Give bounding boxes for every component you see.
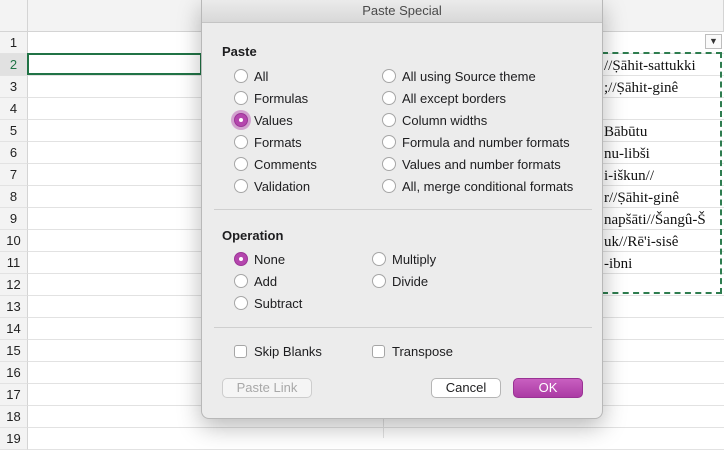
- radio-button[interactable]: [372, 274, 386, 288]
- row-gridline: [28, 427, 724, 428]
- operation-option-label: Add: [254, 273, 278, 289]
- cancel-button[interactable]: Cancel: [431, 378, 501, 398]
- paste-option-label: All except borders: [402, 90, 507, 106]
- operation-divide-radio[interactable]: Divide: [372, 272, 428, 290]
- radio-button[interactable]: [382, 179, 396, 193]
- operation-subtract-radio[interactable]: Subtract: [234, 294, 302, 312]
- operation-option-label: Multiply: [392, 251, 437, 267]
- cell-value[interactable]: r//Ṣāhit-ginê: [604, 187, 679, 209]
- row-header[interactable]: 7: [0, 164, 28, 186]
- radio-button[interactable]: [372, 252, 386, 266]
- operation-option-label: None: [254, 251, 286, 267]
- cell-value[interactable]: uk//Rē'i-sisê: [604, 231, 678, 253]
- transpose-label: Transpose: [392, 343, 453, 359]
- paste-all-except-borders-radio[interactable]: All except borders: [382, 89, 506, 107]
- paste-option-label: Column widths: [402, 112, 488, 128]
- transpose-checkbox[interactable]: Transpose: [372, 342, 453, 360]
- radio-button[interactable]: [234, 179, 248, 193]
- paste-option-label: All, merge conditional formats: [402, 178, 574, 194]
- paste-option-label: All: [254, 68, 269, 84]
- paste-option-label: Formula and number formats: [402, 134, 570, 150]
- checkbox-box[interactable]: [372, 344, 385, 358]
- radio-button[interactable]: [234, 252, 248, 266]
- radio-button[interactable]: [234, 296, 248, 310]
- radio-button[interactable]: [382, 113, 396, 127]
- operation-option-label: Divide: [392, 273, 429, 289]
- operation-heading: Operation: [222, 228, 284, 243]
- radio-button[interactable]: [234, 157, 248, 171]
- operation-add-radio[interactable]: Add: [234, 272, 277, 290]
- paste-option-label: Comments: [254, 156, 317, 172]
- paste-validation-radio[interactable]: Validation: [234, 177, 310, 195]
- radio-button[interactable]: [382, 157, 396, 171]
- radio-button[interactable]: [234, 135, 248, 149]
- row-header[interactable]: 1: [0, 32, 28, 54]
- radio-button[interactable]: [234, 113, 248, 127]
- cell-value[interactable]: //Ṣāhit-sattukki: [604, 55, 696, 77]
- row-header[interactable]: 2: [0, 54, 28, 76]
- row-header[interactable]: 15: [0, 340, 28, 362]
- row-header[interactable]: 12: [0, 274, 28, 296]
- cell-value[interactable]: i-iškun//: [604, 165, 654, 187]
- paste-option-label: Formats: [254, 134, 302, 150]
- paste-all-using-source-theme-radio[interactable]: All using Source theme: [382, 67, 536, 85]
- paste-special-dialog: Paste Special Paste All Formulas Values For…: [201, 0, 603, 419]
- radio-button[interactable]: [382, 69, 396, 83]
- paste-all-radio[interactable]: All: [234, 67, 268, 85]
- active-cell-a2[interactable]: [27, 53, 202, 75]
- operation-multiply-radio[interactable]: Multiply: [372, 250, 436, 268]
- cell-value[interactable]: ;//Ṣāhit-ginê: [604, 77, 678, 99]
- paste-heading: Paste: [222, 44, 257, 59]
- separator: [214, 327, 592, 328]
- row-header[interactable]: 6: [0, 142, 28, 164]
- operation-none-radio[interactable]: None: [234, 250, 285, 268]
- radio-button[interactable]: [382, 91, 396, 105]
- cell-value[interactable]: -ibni: [604, 253, 632, 275]
- row-header[interactable]: 11: [0, 252, 28, 274]
- cell-value[interactable]: nu-libši: [604, 143, 650, 165]
- cell-value[interactable]: Bābūtu: [604, 121, 647, 143]
- select-all-corner[interactable]: [0, 0, 28, 32]
- paste-formula-and-number-formats-radio[interactable]: Formula and number formats: [382, 133, 570, 151]
- paste-formulas-radio[interactable]: Formulas: [234, 89, 308, 107]
- ok-button[interactable]: OK: [513, 378, 583, 398]
- paste-comments-radio[interactable]: Comments: [234, 155, 317, 173]
- row-header[interactable]: 3: [0, 76, 28, 98]
- row-header[interactable]: 5: [0, 120, 28, 142]
- row-header[interactable]: 17: [0, 384, 28, 406]
- row-header[interactable]: 10: [0, 230, 28, 252]
- paste-option-label: All using Source theme: [402, 68, 536, 84]
- paste-formats-radio[interactable]: Formats: [234, 133, 302, 151]
- dialog-title: Paste Special: [202, 0, 602, 23]
- skip-blanks-label: Skip Blanks: [254, 343, 322, 359]
- paste-all-merge-conditional-formats-radio[interactable]: All, merge conditional formats: [382, 177, 573, 195]
- paste-values-and-number-formats-radio[interactable]: Values and number formats: [382, 155, 561, 173]
- row-header[interactable]: 14: [0, 318, 28, 340]
- paste-option-label: Validation: [254, 178, 311, 194]
- filter-dropdown-icon[interactable]: ▼: [705, 34, 722, 49]
- radio-button[interactable]: [234, 91, 248, 105]
- row-header[interactable]: 4: [0, 98, 28, 120]
- radio-button[interactable]: [382, 135, 396, 149]
- cell-value[interactable]: napšāti//Šangû-Š: [604, 209, 706, 231]
- checkbox-box[interactable]: [234, 344, 247, 358]
- paste-link-button[interactable]: Paste Link: [222, 378, 312, 398]
- row-header[interactable]: 19: [0, 428, 28, 450]
- paste-values-radio[interactable]: Values: [234, 111, 293, 129]
- paste-option-label: Values: [254, 112, 293, 128]
- row-header[interactable]: 13: [0, 296, 28, 318]
- paste-option-label: Formulas: [254, 90, 309, 106]
- row-header[interactable]: 16: [0, 362, 28, 384]
- separator: [214, 209, 592, 210]
- row-header[interactable]: 18: [0, 406, 28, 428]
- radio-button[interactable]: [234, 274, 248, 288]
- row-header[interactable]: 8: [0, 186, 28, 208]
- paste-option-label: Values and number formats: [402, 156, 561, 172]
- paste-column-widths-radio[interactable]: Column widths: [382, 111, 487, 129]
- skip-blanks-checkbox[interactable]: Skip Blanks: [234, 342, 322, 360]
- radio-button[interactable]: [234, 69, 248, 83]
- row-header[interactable]: 9: [0, 208, 28, 230]
- operation-option-label: Subtract: [254, 295, 303, 311]
